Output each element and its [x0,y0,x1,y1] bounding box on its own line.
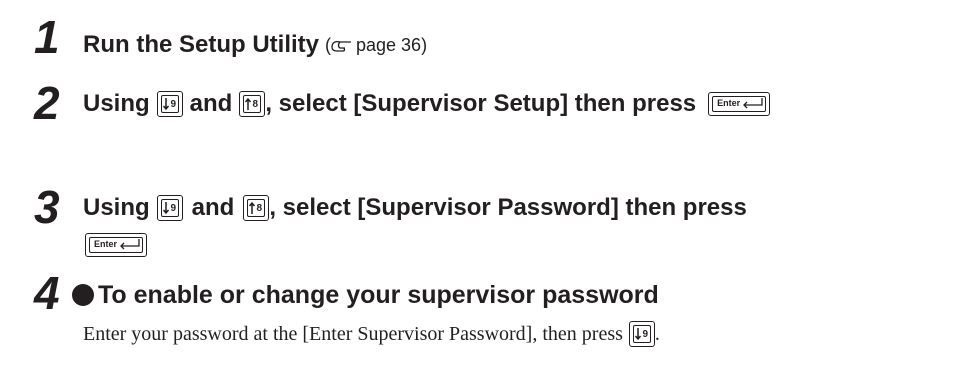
step-number: 1 [34,11,60,63]
step-text: Run the Setup Utility ( page 36) [83,30,427,60]
step-number: 4 [34,267,60,319]
step-heading: To enable or change your supervisor pass… [72,279,659,311]
step-text: Using 9 and 8 , select [Supervisor Setup… [83,89,771,119]
down-arrow-key-icon: 9 [156,195,183,221]
svg-text:8: 8 [253,99,259,110]
step-number: 2 [34,77,60,129]
enter-key-icon: Enter [708,92,771,116]
enter-key-icon: Enter [85,233,147,257]
step-description: Enter your password at the [Enter Superv… [83,321,660,347]
svg-text:9: 9 [170,203,176,214]
down-arrow-key-icon: 9 [156,91,183,117]
up-arrow-key-icon: 8 [239,91,266,117]
step-text: Using 9 and 8 , select [Supervisor Passw… [83,194,747,221]
svg-text:9: 9 [642,329,648,340]
bullet-icon [72,284,94,306]
svg-text:8: 8 [257,203,263,214]
step-number: 3 [34,181,60,233]
step-title: Run the Setup Utility [83,31,319,58]
hand-pointer-icon [331,41,351,52]
svg-text:9: 9 [170,99,176,110]
page-reference: ( page 36) [325,34,428,55]
down-arrow-key-icon: 9 [628,321,655,347]
up-arrow-key-icon: 8 [243,195,270,221]
